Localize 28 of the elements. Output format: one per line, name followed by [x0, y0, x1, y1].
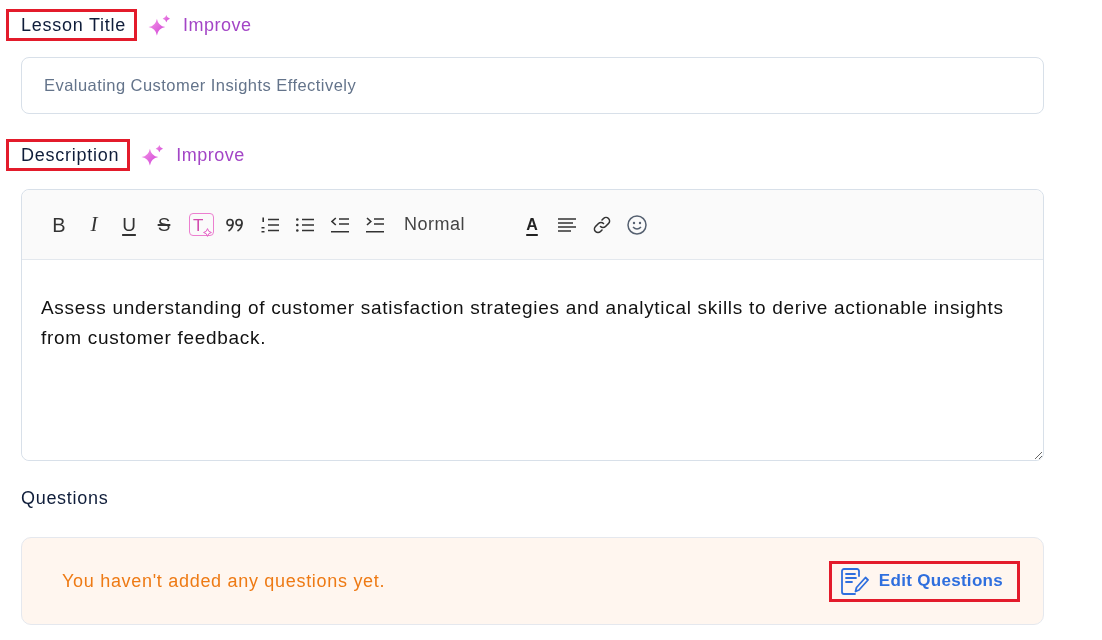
link-icon[interactable] — [593, 215, 611, 234]
align-icon[interactable] — [558, 217, 576, 232]
text-color-button[interactable]: A — [522, 212, 542, 237]
outdent-icon[interactable] — [331, 216, 349, 233]
strikethrough-button[interactable]: S — [154, 212, 174, 237]
improve-button[interactable]: Improve — [148, 14, 252, 36]
description-label: Description — [21, 145, 120, 165]
indent-icon[interactable] — [366, 216, 384, 233]
sparkle-icon — [203, 228, 213, 237]
edit-questions-button[interactable]: Edit Questions — [831, 567, 1017, 595]
text-style-dropdown[interactable]: Normal — [404, 211, 507, 238]
empty-questions-message: You haven't added any questions yet. — [62, 569, 386, 593]
numbered-list-icon[interactable] — [261, 216, 279, 233]
lesson-title-field[interactable]: Evaluating Customer Insights Effectively — [21, 57, 1044, 114]
improve-button[interactable]: Improve — [141, 144, 245, 166]
underline-button[interactable]: U — [119, 212, 139, 237]
quote-icon[interactable] — [226, 217, 244, 232]
text-sparkle-button[interactable]: T — [189, 213, 214, 236]
questions-label: Questions — [21, 487, 110, 510]
bold-button[interactable]: B — [49, 212, 69, 237]
smiley-icon[interactable] — [627, 214, 647, 235]
rich-text-editor[interactable]: B I U S T Normal A Assess understanding of customer satisfaction strategies and analytical skills to derive actionable insights from customer feedback. — [21, 189, 1044, 461]
lesson-title-label: Lesson Title — [21, 15, 127, 35]
sparkle-icon — [148, 14, 171, 36]
notepad-pencil-icon — [840, 567, 869, 595]
italic-button[interactable]: I — [84, 212, 104, 237]
sparkle-icon — [141, 144, 164, 166]
bullet-list-icon[interactable] — [296, 217, 314, 232]
